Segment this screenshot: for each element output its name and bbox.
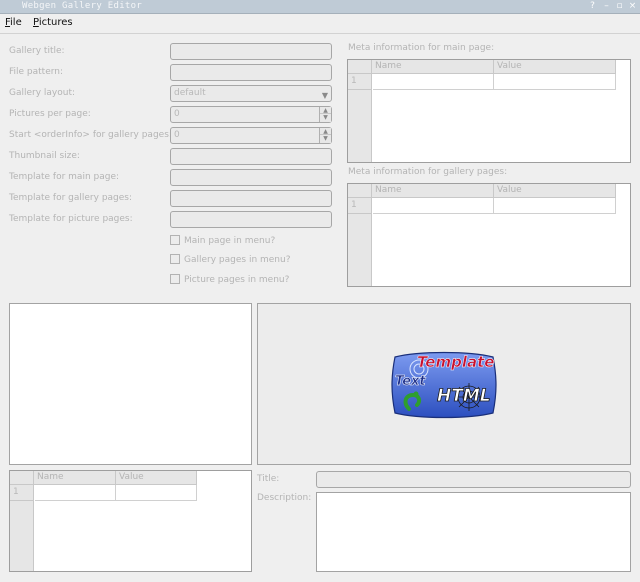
webgen-logo: Template Text HTML	[391, 351, 497, 419]
gallery-layout-select[interactable]: default ▼	[170, 85, 332, 102]
gallery-layout-label: Gallery layout:	[9, 88, 76, 98]
pictures-per-page-label: Pictures per page:	[9, 109, 91, 119]
template-picture-input[interactable]	[170, 211, 332, 228]
thumbnail-size-label: Thumbnail size:	[9, 151, 80, 161]
picture-title-input[interactable]	[316, 471, 631, 488]
row-header[interactable]: 1	[348, 198, 372, 214]
pictures-per-page-spinner[interactable]: 0 ▲ ▼	[170, 106, 332, 123]
table-corner	[348, 184, 372, 198]
spin-down-icon[interactable]: ▼	[320, 135, 331, 142]
menu-file[interactable]: File	[5, 17, 22, 28]
checkbox-box[interactable]	[170, 235, 180, 245]
gallery-in-menu-checkbox[interactable]: Gallery pages in menu?	[170, 254, 291, 266]
row-header[interactable]: 1	[10, 485, 34, 501]
start-orderinfo-stepper[interactable]: ▲ ▼	[319, 128, 331, 143]
logo-template-text: Template	[417, 353, 494, 371]
picture-meta-table[interactable]: Name Value 1	[9, 470, 252, 572]
spin-up-icon[interactable]: ▲	[320, 128, 331, 135]
start-orderinfo-spinner[interactable]: 0 ▲ ▼	[170, 127, 332, 144]
column-header-name[interactable]: Name	[372, 60, 494, 74]
table-cell[interactable]	[373, 198, 494, 214]
meta-gallery-table[interactable]: Name Value 1	[347, 183, 631, 287]
table-cell[interactable]	[35, 485, 116, 501]
file-pattern-label: File pattern:	[9, 67, 64, 77]
picture-list[interactable]	[9, 303, 252, 465]
start-orderinfo-label: Start <orderInfo> for gallery pages:	[9, 130, 172, 140]
picture-description-textarea[interactable]	[316, 492, 631, 572]
column-header-value[interactable]: Value	[494, 60, 616, 74]
picture-title-label: Title:	[257, 474, 280, 484]
gallery-in-menu-label: Gallery pages in menu?	[184, 255, 291, 265]
logo-text-text: Text	[395, 374, 426, 389]
table-cell[interactable]	[373, 74, 494, 90]
template-gallery-label: Template for gallery pages:	[9, 193, 133, 203]
meta-gallery-label: Meta information for gallery pages:	[348, 167, 508, 177]
template-gallery-input[interactable]	[170, 190, 332, 207]
checkbox-box[interactable]	[170, 274, 180, 284]
row-header[interactable]: 1	[348, 74, 372, 90]
table-corner	[348, 60, 372, 74]
window-titlebar[interactable]: Webgen Gallery Editor ? – ▫ ×	[0, 0, 640, 14]
spin-down-icon[interactable]: ▼	[320, 114, 331, 121]
spin-up-icon[interactable]: ▲	[320, 107, 331, 114]
column-header-value[interactable]: Value	[116, 471, 197, 485]
column-header-name[interactable]: Name	[372, 184, 494, 198]
meta-main-label: Meta information for main page:	[348, 43, 495, 53]
menu-file-label: ile	[10, 17, 22, 28]
checkbox-box[interactable]	[170, 254, 180, 264]
table-corner	[10, 471, 34, 485]
logo-html-text: HTML	[437, 386, 491, 406]
table-cell[interactable]	[494, 74, 616, 90]
main-in-menu-label: Main page in menu?	[184, 236, 276, 246]
template-picture-label: Template for picture pages:	[9, 214, 133, 224]
menu-pictures[interactable]: Pictures	[33, 17, 73, 28]
window-title: Webgen Gallery Editor	[22, 1, 143, 11]
file-pattern-input[interactable]	[170, 64, 332, 81]
thumbnail-size-input[interactable]	[170, 148, 332, 165]
menubar: File Pictures	[0, 14, 640, 34]
picture-description-label: Description:	[257, 493, 312, 503]
picture-in-menu-label: Picture pages in menu?	[184, 275, 290, 285]
column-header-name[interactable]: Name	[34, 471, 116, 485]
chevron-down-icon[interactable]: ▼	[322, 88, 328, 103]
table-cell[interactable]	[116, 485, 197, 501]
start-orderinfo-value: 0	[174, 130, 180, 140]
template-main-label: Template for main page:	[9, 172, 120, 182]
close-icon[interactable]: ×	[627, 1, 638, 12]
table-cell[interactable]	[494, 198, 616, 214]
template-main-input[interactable]	[170, 169, 332, 186]
minimize-icon[interactable]: –	[601, 1, 612, 12]
main-in-menu-checkbox[interactable]: Main page in menu?	[170, 235, 275, 247]
gallery-layout-value: default	[174, 88, 206, 98]
picture-in-menu-checkbox[interactable]: Picture pages in menu?	[170, 274, 289, 286]
column-header-value[interactable]: Value	[494, 184, 616, 198]
picture-preview: Template Text HTML	[257, 303, 631, 465]
pictures-per-page-value: 0	[174, 109, 180, 119]
help-icon[interactable]: ?	[587, 1, 598, 12]
gallery-title-input[interactable]	[170, 43, 332, 60]
pictures-per-page-stepper[interactable]: ▲ ▼	[319, 107, 331, 122]
gallery-title-label: Gallery title:	[9, 46, 65, 56]
meta-main-table[interactable]: Name Value 1	[347, 59, 631, 163]
maximize-icon[interactable]: ▫	[614, 1, 625, 12]
menu-pictures-label: ictures	[38, 17, 73, 28]
